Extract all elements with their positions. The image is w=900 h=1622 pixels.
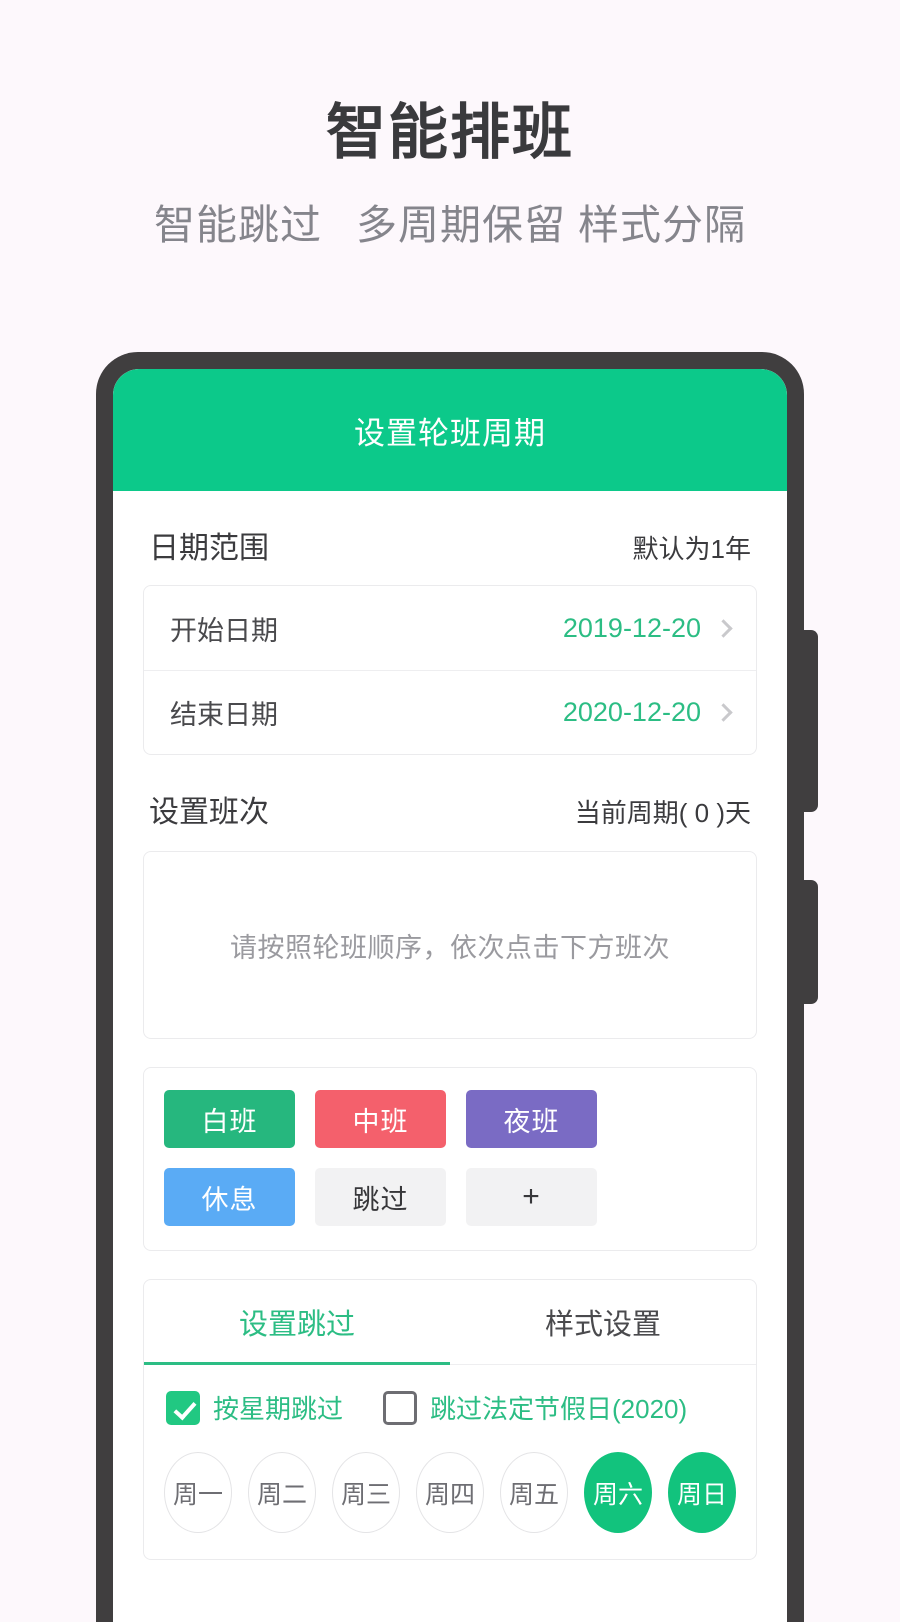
promo-feature-1: 智能跳过 bbox=[154, 202, 322, 248]
shift-button-day[interactable]: 白班 bbox=[164, 1090, 295, 1148]
add-shift-button[interactable]: + bbox=[466, 1168, 597, 1226]
tab-style-settings[interactable]: 样式设置 bbox=[450, 1280, 756, 1364]
start-date-value: 2019-12-20 bbox=[562, 612, 701, 643]
app-bar: 设置轮班周期 bbox=[113, 369, 787, 491]
weekday-chip-sat[interactable]: 周六 bbox=[584, 1452, 652, 1533]
cycle-length-note: 当前周期( 0 )天 bbox=[574, 798, 751, 828]
skip-options: 按星期跳过 跳过法定节假日(2020) bbox=[144, 1365, 756, 1426]
weekday-label: 周二 bbox=[256, 1480, 307, 1509]
chevron-right-icon bbox=[714, 703, 733, 722]
shift-button-label: 白班 bbox=[201, 1106, 258, 1137]
checkbox-skip-by-weekday[interactable]: 按星期跳过 bbox=[166, 1389, 343, 1426]
volume-button[interactable] bbox=[802, 630, 818, 812]
weekday-label: 周三 bbox=[340, 1480, 391, 1509]
weekday-label: 周五 bbox=[508, 1480, 559, 1509]
weekday-chip-fri[interactable]: 周五 bbox=[500, 1452, 568, 1533]
checkbox-label: 按星期跳过 bbox=[213, 1394, 344, 1424]
tab-bar: 设置跳过 样式设置 bbox=[144, 1280, 756, 1365]
end-date-row[interactable]: 结束日期 2020-12-20 bbox=[144, 670, 756, 754]
shift-button-label: 跳过 bbox=[352, 1184, 409, 1215]
weekday-label: 周六 bbox=[592, 1480, 643, 1509]
checkbox-unchecked-icon bbox=[383, 1390, 418, 1425]
weekday-chip-wed[interactable]: 周三 bbox=[332, 1452, 400, 1533]
shift-button-rest[interactable]: 休息 bbox=[164, 1168, 295, 1226]
shift-setup-header: 设置班次 当前周期( 0 )天 bbox=[143, 755, 757, 849]
weekday-chips: 周一 周二 周三 周四 周五 周六 周日 bbox=[144, 1426, 756, 1533]
app-bar-title: 设置轮班周期 bbox=[354, 415, 546, 451]
start-date-row[interactable]: 开始日期 2019-12-20 bbox=[144, 586, 756, 670]
chevron-right-icon bbox=[714, 618, 733, 638]
weekday-chip-sun[interactable]: 周日 bbox=[668, 1452, 736, 1533]
promo-header: 智能排班 智能跳过 多周期保留 样式分隔 bbox=[0, 0, 900, 250]
weekday-chip-mon[interactable]: 周一 bbox=[164, 1452, 232, 1533]
tab-label: 样式设置 bbox=[544, 1309, 661, 1341]
shift-button-mid[interactable]: 中班 bbox=[315, 1090, 446, 1148]
checkbox-skip-holidays[interactable]: 跳过法定节假日(2020) bbox=[383, 1389, 687, 1426]
shift-sequence-placeholder: 请按照轮班顺序，依次点击下方班次 bbox=[230, 932, 670, 963]
weekday-chip-tue[interactable]: 周二 bbox=[248, 1452, 316, 1533]
shift-button-night[interactable]: 夜班 bbox=[466, 1090, 597, 1148]
promo-feature-3: 样式分隔 bbox=[578, 202, 746, 248]
promo-subtitle: 智能跳过 多周期保留 样式分隔 bbox=[0, 201, 900, 250]
checkbox-label: 跳过法定节假日(2020) bbox=[430, 1394, 688, 1424]
shift-button-label: 夜班 bbox=[503, 1106, 560, 1137]
shift-button-label: 休息 bbox=[201, 1184, 258, 1215]
skip-settings-card: 设置跳过 样式设置 按星期跳过 跳过法定节假日(2020) 周一 周二 周三 周… bbox=[143, 1279, 757, 1560]
date-range-title: 日期范围 bbox=[149, 532, 269, 565]
shift-button-label: 中班 bbox=[352, 1106, 409, 1137]
tab-skip-settings[interactable]: 设置跳过 bbox=[144, 1280, 450, 1365]
plus-icon: + bbox=[522, 1180, 541, 1213]
power-button[interactable] bbox=[802, 880, 818, 1004]
shift-palette: 白班 中班 夜班 休息 跳过 + bbox=[164, 1090, 736, 1226]
tab-label: 设置跳过 bbox=[238, 1309, 355, 1341]
weekday-chip-thu[interactable]: 周四 bbox=[416, 1452, 484, 1533]
weekday-label: 周一 bbox=[172, 1480, 223, 1509]
page-title: 智能排班 bbox=[326, 99, 574, 166]
end-date-label: 结束日期 bbox=[170, 700, 278, 730]
weekday-label: 周日 bbox=[676, 1480, 727, 1509]
phone-mockup: 设置轮班周期 日期范围 默认为1年 开始日期 2019-12-20 结束日期 2… bbox=[96, 352, 818, 1622]
weekday-label: 周四 bbox=[424, 1480, 475, 1509]
start-date-label: 开始日期 bbox=[170, 615, 278, 646]
shift-sequence-dropzone[interactable]: 请按照轮班顺序，依次点击下方班次 bbox=[143, 851, 757, 1039]
shift-setup-title: 设置班次 bbox=[149, 796, 269, 829]
shift-button-skip[interactable]: 跳过 bbox=[315, 1168, 446, 1226]
promo-feature-2: 多周期保留 bbox=[356, 202, 566, 248]
date-range-card: 开始日期 2019-12-20 结束日期 2020-12-20 bbox=[143, 585, 757, 755]
app-content: 日期范围 默认为1年 开始日期 2019-12-20 结束日期 2020-12-… bbox=[113, 491, 787, 1560]
phone-screen: 设置轮班周期 日期范围 默认为1年 开始日期 2019-12-20 结束日期 2… bbox=[113, 369, 787, 1622]
end-date-value: 2020-12-20 bbox=[562, 697, 701, 727]
date-range-header: 日期范围 默认为1年 bbox=[143, 491, 757, 585]
shift-palette-card: 白班 中班 夜班 休息 跳过 + bbox=[143, 1067, 757, 1251]
checkbox-checked-icon bbox=[166, 1390, 200, 1425]
date-range-note: 默认为1年 bbox=[632, 534, 751, 564]
